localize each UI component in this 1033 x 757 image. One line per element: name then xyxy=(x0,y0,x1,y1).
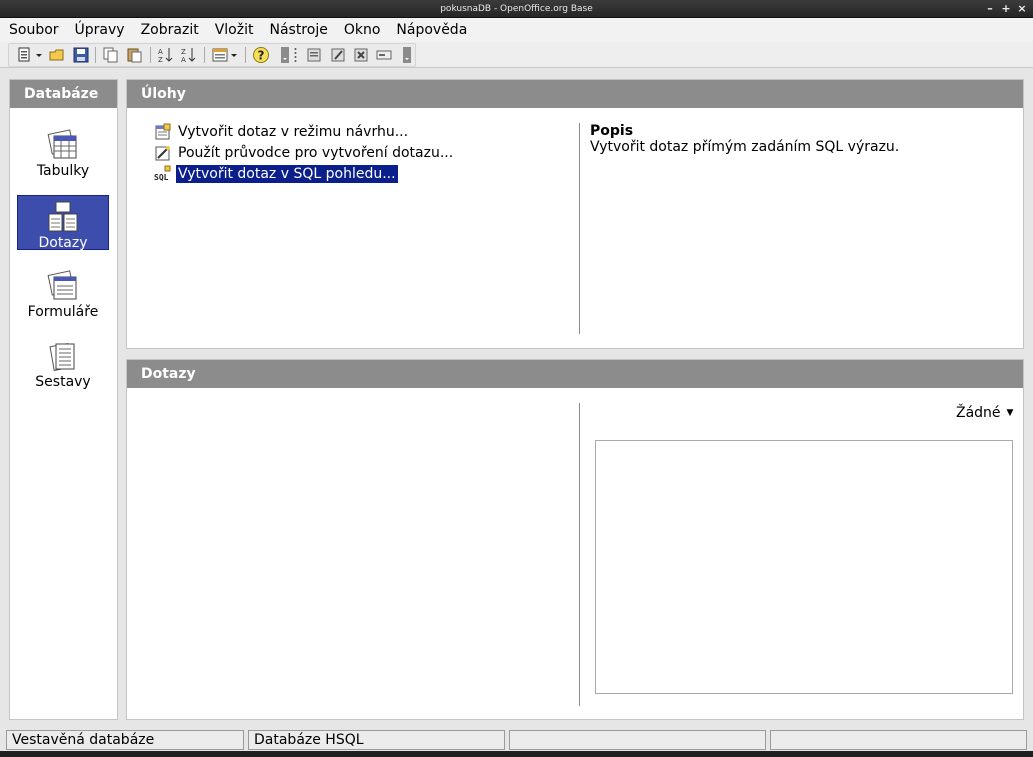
chevron-down-icon[interactable] xyxy=(230,46,238,64)
sort-ascending-icon[interactable]: AZ xyxy=(157,46,175,64)
svg-text:SQL: SQL xyxy=(154,173,169,182)
toolbar-separator xyxy=(95,47,96,63)
preview-area xyxy=(595,440,1013,694)
description-title: Popis xyxy=(590,123,634,139)
queries-icon xyxy=(48,201,78,232)
edit-object-icon[interactable] xyxy=(329,46,347,64)
menu-bar: Soubor Úpravy Zobrazit Vložit Nástroje O… xyxy=(0,18,1033,42)
status-field-3 xyxy=(509,730,766,750)
open-object-icon[interactable] xyxy=(305,46,323,64)
rename-object-icon[interactable] xyxy=(375,46,393,64)
menu-soubor[interactable]: Soubor xyxy=(9,22,59,38)
wizard-icon xyxy=(155,146,170,161)
nav-item-queries[interactable]: Dotazy xyxy=(17,195,109,251)
tasks-panel: Úlohy Vytvořit dotaz v režimu návrhu... … xyxy=(126,79,1024,349)
copy-icon[interactable] xyxy=(102,46,120,64)
minimize-icon[interactable]: – xyxy=(985,0,995,18)
reports-icon xyxy=(49,343,75,371)
description-text: Vytvořit dotaz přímým zadáním SQL výrazu… xyxy=(590,139,900,155)
window-bottom-border xyxy=(0,751,1033,757)
delete-object-icon[interactable] xyxy=(352,46,370,64)
menu-upravy[interactable]: Úpravy xyxy=(75,22,125,38)
svg-text:?: ? xyxy=(258,49,265,63)
close-icon[interactable]: × xyxy=(1017,0,1027,18)
window-controls: – + × xyxy=(985,0,1027,18)
menu-napoveda[interactable]: Nápověda xyxy=(396,22,467,38)
new-document-icon[interactable] xyxy=(16,46,34,64)
sql-icon: SQL xyxy=(154,165,171,182)
database-panel-title: Databáze xyxy=(10,80,117,108)
queries-panel-title: Dotazy xyxy=(127,360,1023,388)
svg-text:Z: Z xyxy=(181,48,186,56)
status-field-4 xyxy=(770,730,1027,750)
tasks-divider xyxy=(579,123,580,334)
toolbar-separator xyxy=(245,47,246,63)
task-create-in-design-view[interactable]: Vytvořit dotaz v režimu návrhu... xyxy=(154,122,410,142)
menu-nastroje[interactable]: Nástroje xyxy=(269,22,327,38)
status-database-type: Vestavěná databáze xyxy=(6,730,244,750)
menu-okno[interactable]: Okno xyxy=(344,22,381,38)
maximize-icon[interactable]: + xyxy=(1001,0,1011,18)
help-icon[interactable]: ? xyxy=(252,46,270,64)
task-label: Vytvořit dotaz v režimu návrhu... xyxy=(178,124,409,140)
paste-icon[interactable] xyxy=(126,46,144,64)
queries-panel: Dotazy Žádné ▼ xyxy=(126,359,1024,720)
chevron-down-icon[interactable] xyxy=(35,46,43,64)
status-database-engine: Databáze HSQL xyxy=(248,730,505,750)
nav-item-label: Sestavy xyxy=(35,374,91,390)
toolbar-overflow-icon[interactable] xyxy=(402,46,412,64)
chevron-down-icon: ▼ xyxy=(1006,408,1014,418)
nav-item-label: Formuláře xyxy=(27,304,99,320)
tasks-panel-title: Úlohy xyxy=(127,80,1023,108)
queries-divider xyxy=(579,403,580,706)
nav-item-label: Dotazy xyxy=(38,235,88,251)
nav-item-label: Tabulky xyxy=(36,163,90,179)
sort-descending-icon[interactable]: ZA xyxy=(180,46,198,64)
menu-zobrazit[interactable]: Zobrazit xyxy=(141,22,199,38)
task-label: Použít průvodce pro vytvoření dotazu... xyxy=(178,145,454,161)
tables-icon xyxy=(47,129,77,159)
nav-item-tables[interactable]: Tabulky xyxy=(17,124,109,179)
form-icon[interactable] xyxy=(211,46,229,64)
preview-mode-dropdown[interactable]: Žádné ▼ xyxy=(956,405,1013,421)
nav-item-reports[interactable]: Sestavy xyxy=(17,335,109,390)
toolbar-overflow-icon[interactable] xyxy=(280,46,290,64)
nav-item-forms[interactable]: Formuláře xyxy=(17,265,109,320)
title-bar: pokusnaDB - OpenOffice.org Base – + × xyxy=(0,0,1033,18)
standard-toolbar: AZ ZA ? xyxy=(0,42,1033,68)
svg-text:Z: Z xyxy=(158,56,163,64)
forms-icon xyxy=(47,270,77,300)
task-use-wizard[interactable]: Použít průvodce pro vytvoření dotazu... xyxy=(154,143,455,163)
design-view-icon xyxy=(155,123,171,140)
window-title: pokusnaDB - OpenOffice.org Base xyxy=(440,4,593,14)
open-folder-icon[interactable] xyxy=(48,46,66,64)
toolbar-separator xyxy=(150,47,151,63)
task-description: Popis Vytvořit dotaz přímým zadáním SQL … xyxy=(590,123,1010,155)
svg-text:A: A xyxy=(158,48,163,56)
toolbar-grip-icon[interactable] xyxy=(293,46,298,64)
save-icon[interactable] xyxy=(72,46,90,64)
task-label: Vytvořit dotaz v SQL pohledu... xyxy=(176,165,398,183)
menu-vlozit[interactable]: Vložit xyxy=(215,22,254,38)
svg-text:A: A xyxy=(181,56,186,64)
toolbar-separator xyxy=(204,47,205,63)
task-create-in-sql-view[interactable]: SQL Vytvořit dotaz v SQL pohledu... xyxy=(154,164,398,184)
preview-mode-value: Žádné xyxy=(956,405,1001,421)
database-panel: Databáze Tabulky Dotazy Formuláře Sestav… xyxy=(9,79,118,720)
